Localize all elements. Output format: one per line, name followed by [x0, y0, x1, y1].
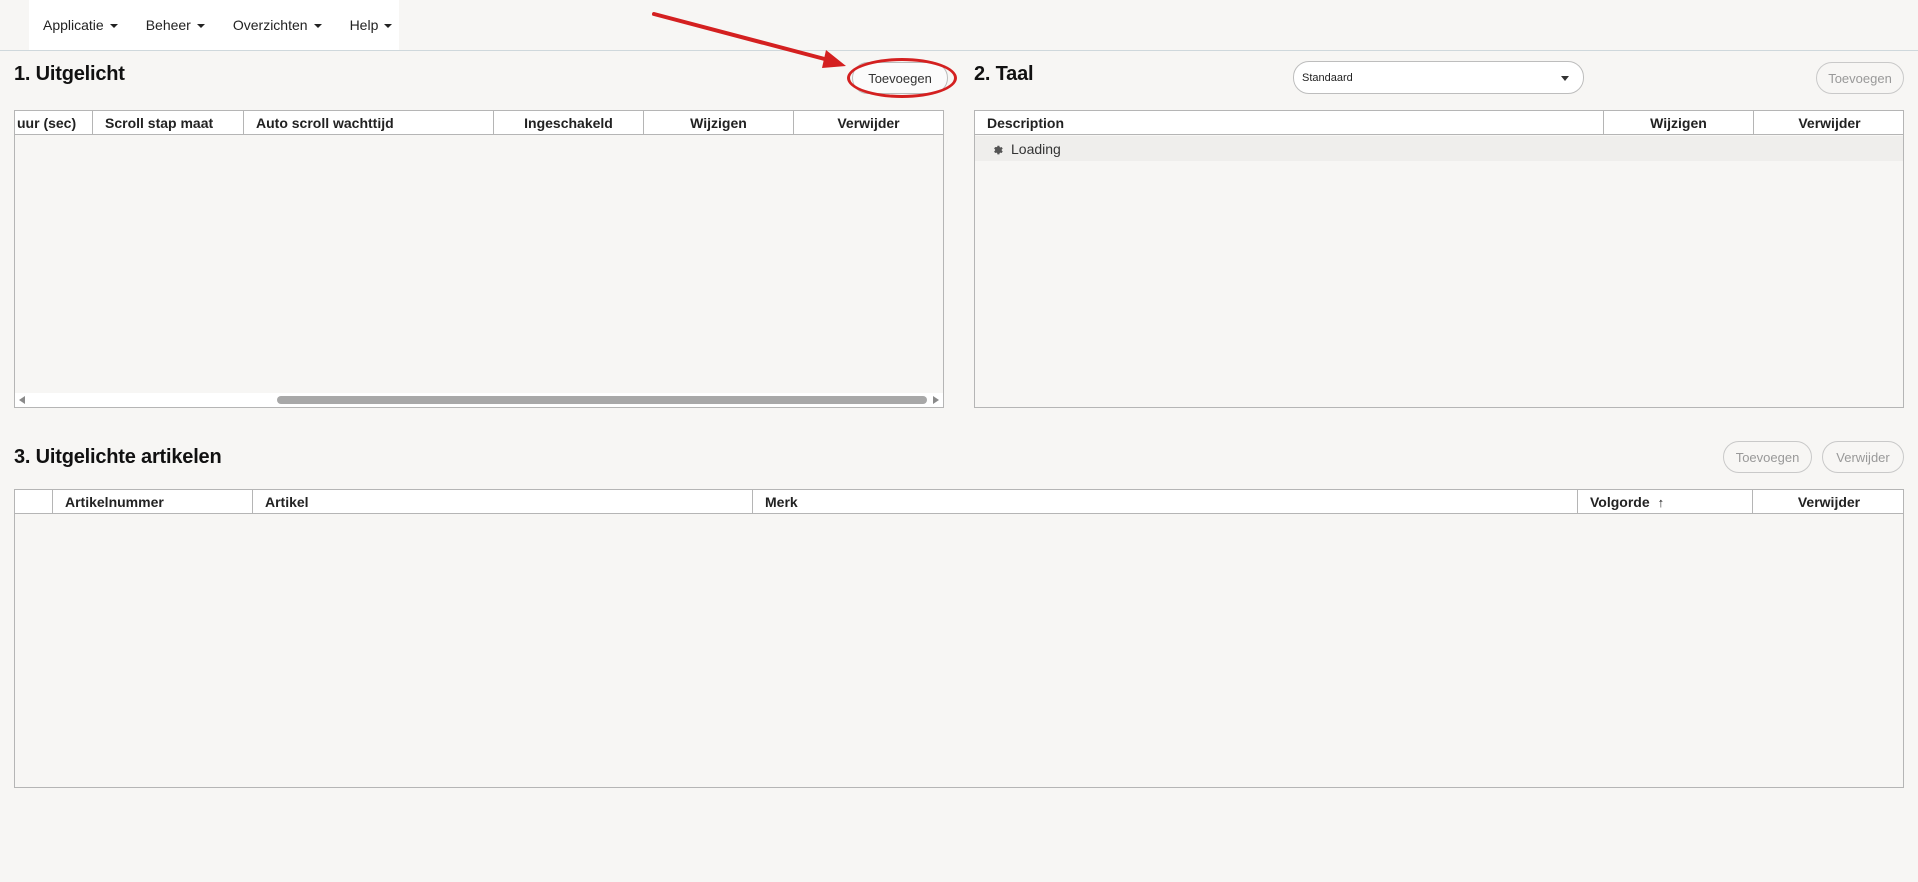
col-description-label: Description: [987, 115, 1065, 131]
col-verwijder-label: Verwijder: [1797, 494, 1861, 510]
uitgelicht-grid-header: uur (sec) Scroll stap maat Auto scroll w…: [15, 111, 943, 135]
main-menu: Applicatie Beheer Overzichten Help: [29, 0, 399, 50]
section-taal-title: 2. Taal: [974, 63, 1034, 85]
uitgelicht-grid: uur (sec) Scroll stap maat Auto scroll w…: [14, 110, 944, 408]
gear-icon: [994, 145, 1003, 154]
sort-ascending-icon: ↑: [1657, 494, 1665, 510]
artikelen-grid: Artikelnummer Artikel Merk Volgorde ↑ Ve…: [14, 489, 1904, 788]
loading-text: Loading: [1011, 140, 1061, 157]
col-volgorde[interactable]: Volgorde ↑: [1578, 490, 1753, 514]
col-auto-scroll-wachttijd-label: Auto scroll wachttijd: [256, 115, 394, 131]
horizontal-scrollbar[interactable]: [15, 393, 943, 407]
col-verwijder-label: Verwijder: [837, 115, 900, 131]
col-scroll-stap-maat[interactable]: Scroll stap maat: [93, 111, 244, 135]
taal-grid: Description Wijzigen Verwijder Loading: [974, 110, 1904, 408]
col-verwijder-label: Verwijder: [1798, 115, 1861, 131]
scrollbar-thumb[interactable]: [277, 396, 927, 404]
col-description[interactable]: Description: [975, 111, 1604, 135]
col-merk-label: Merk: [765, 494, 798, 510]
menu-help-label: Help: [349, 17, 379, 33]
taal-add-button[interactable]: Toevoegen: [1816, 62, 1904, 94]
col-artikelnummer[interactable]: Artikelnummer: [53, 490, 253, 514]
taal-grid-header: Description Wijzigen Verwijder: [975, 111, 1903, 135]
caret-down-icon: [109, 24, 118, 28]
chevron-down-icon: [1561, 76, 1569, 81]
top-navbar: Applicatie Beheer Overzichten Help: [0, 0, 1918, 51]
annotation-arrow-icon: [652, 12, 846, 68]
loading-row: Loading: [975, 136, 1903, 161]
scroll-right-icon[interactable]: [933, 396, 939, 404]
col-artikel-label: Artikel: [265, 494, 309, 510]
col-verwijder[interactable]: Verwijder: [1754, 111, 1903, 135]
artikelen-add-button[interactable]: Toevoegen: [1723, 441, 1812, 473]
menu-applicatie[interactable]: Applicatie: [29, 0, 132, 50]
col-select[interactable]: [15, 490, 53, 514]
col-duur-label: uur (sec): [17, 115, 77, 131]
menu-applicatie-label: Applicatie: [43, 17, 104, 33]
col-merk[interactable]: Merk: [753, 490, 1578, 514]
language-select-value: Standaard: [1302, 71, 1353, 84]
col-artikelnummer-label: Artikelnummer: [65, 494, 164, 510]
section-uitgelichte-artikelen-title: 3. Uitgelichte artikelen: [14, 446, 222, 468]
menu-help[interactable]: Help: [336, 0, 407, 50]
language-select[interactable]: Standaard: [1293, 61, 1584, 94]
menu-overzichten[interactable]: Overzichten: [219, 0, 336, 50]
col-auto-scroll-wachttijd[interactable]: Auto scroll wachttijd: [244, 111, 494, 135]
col-artikel[interactable]: Artikel: [253, 490, 753, 514]
col-ingeschakeld[interactable]: Ingeschakeld: [494, 111, 644, 135]
menu-beheer[interactable]: Beheer: [132, 0, 219, 50]
col-volgorde-label: Volgorde: [1590, 494, 1650, 510]
artikelen-grid-header: Artikelnummer Artikel Merk Volgorde ↑ Ve…: [15, 490, 1903, 514]
caret-down-icon: [196, 24, 205, 28]
artikelen-delete-button[interactable]: Verwijder: [1822, 441, 1904, 473]
menu-beheer-label: Beheer: [145, 17, 191, 33]
col-verwijder[interactable]: Verwijder: [794, 111, 943, 135]
section-uitgelicht-title: 1. Uitgelicht: [14, 63, 125, 85]
scroll-left-icon[interactable]: [19, 396, 25, 404]
caret-down-icon: [384, 24, 393, 28]
col-scroll-stap-maat-label: Scroll stap maat: [105, 115, 214, 131]
col-wijzigen-label: Wijzigen: [690, 115, 747, 131]
col-duur[interactable]: uur (sec): [15, 111, 93, 135]
menu-overzichten-label: Overzichten: [232, 17, 308, 33]
col-wijzigen[interactable]: Wijzigen: [644, 111, 794, 135]
col-wijzigen-label: Wijzigen: [1650, 115, 1707, 131]
col-verwijder[interactable]: Verwijder: [1753, 490, 1903, 514]
col-ingeschakeld-label: Ingeschakeld: [524, 115, 613, 131]
col-wijzigen[interactable]: Wijzigen: [1604, 111, 1754, 135]
annotation-highlight-oval: [847, 58, 957, 98]
caret-down-icon: [313, 24, 322, 28]
